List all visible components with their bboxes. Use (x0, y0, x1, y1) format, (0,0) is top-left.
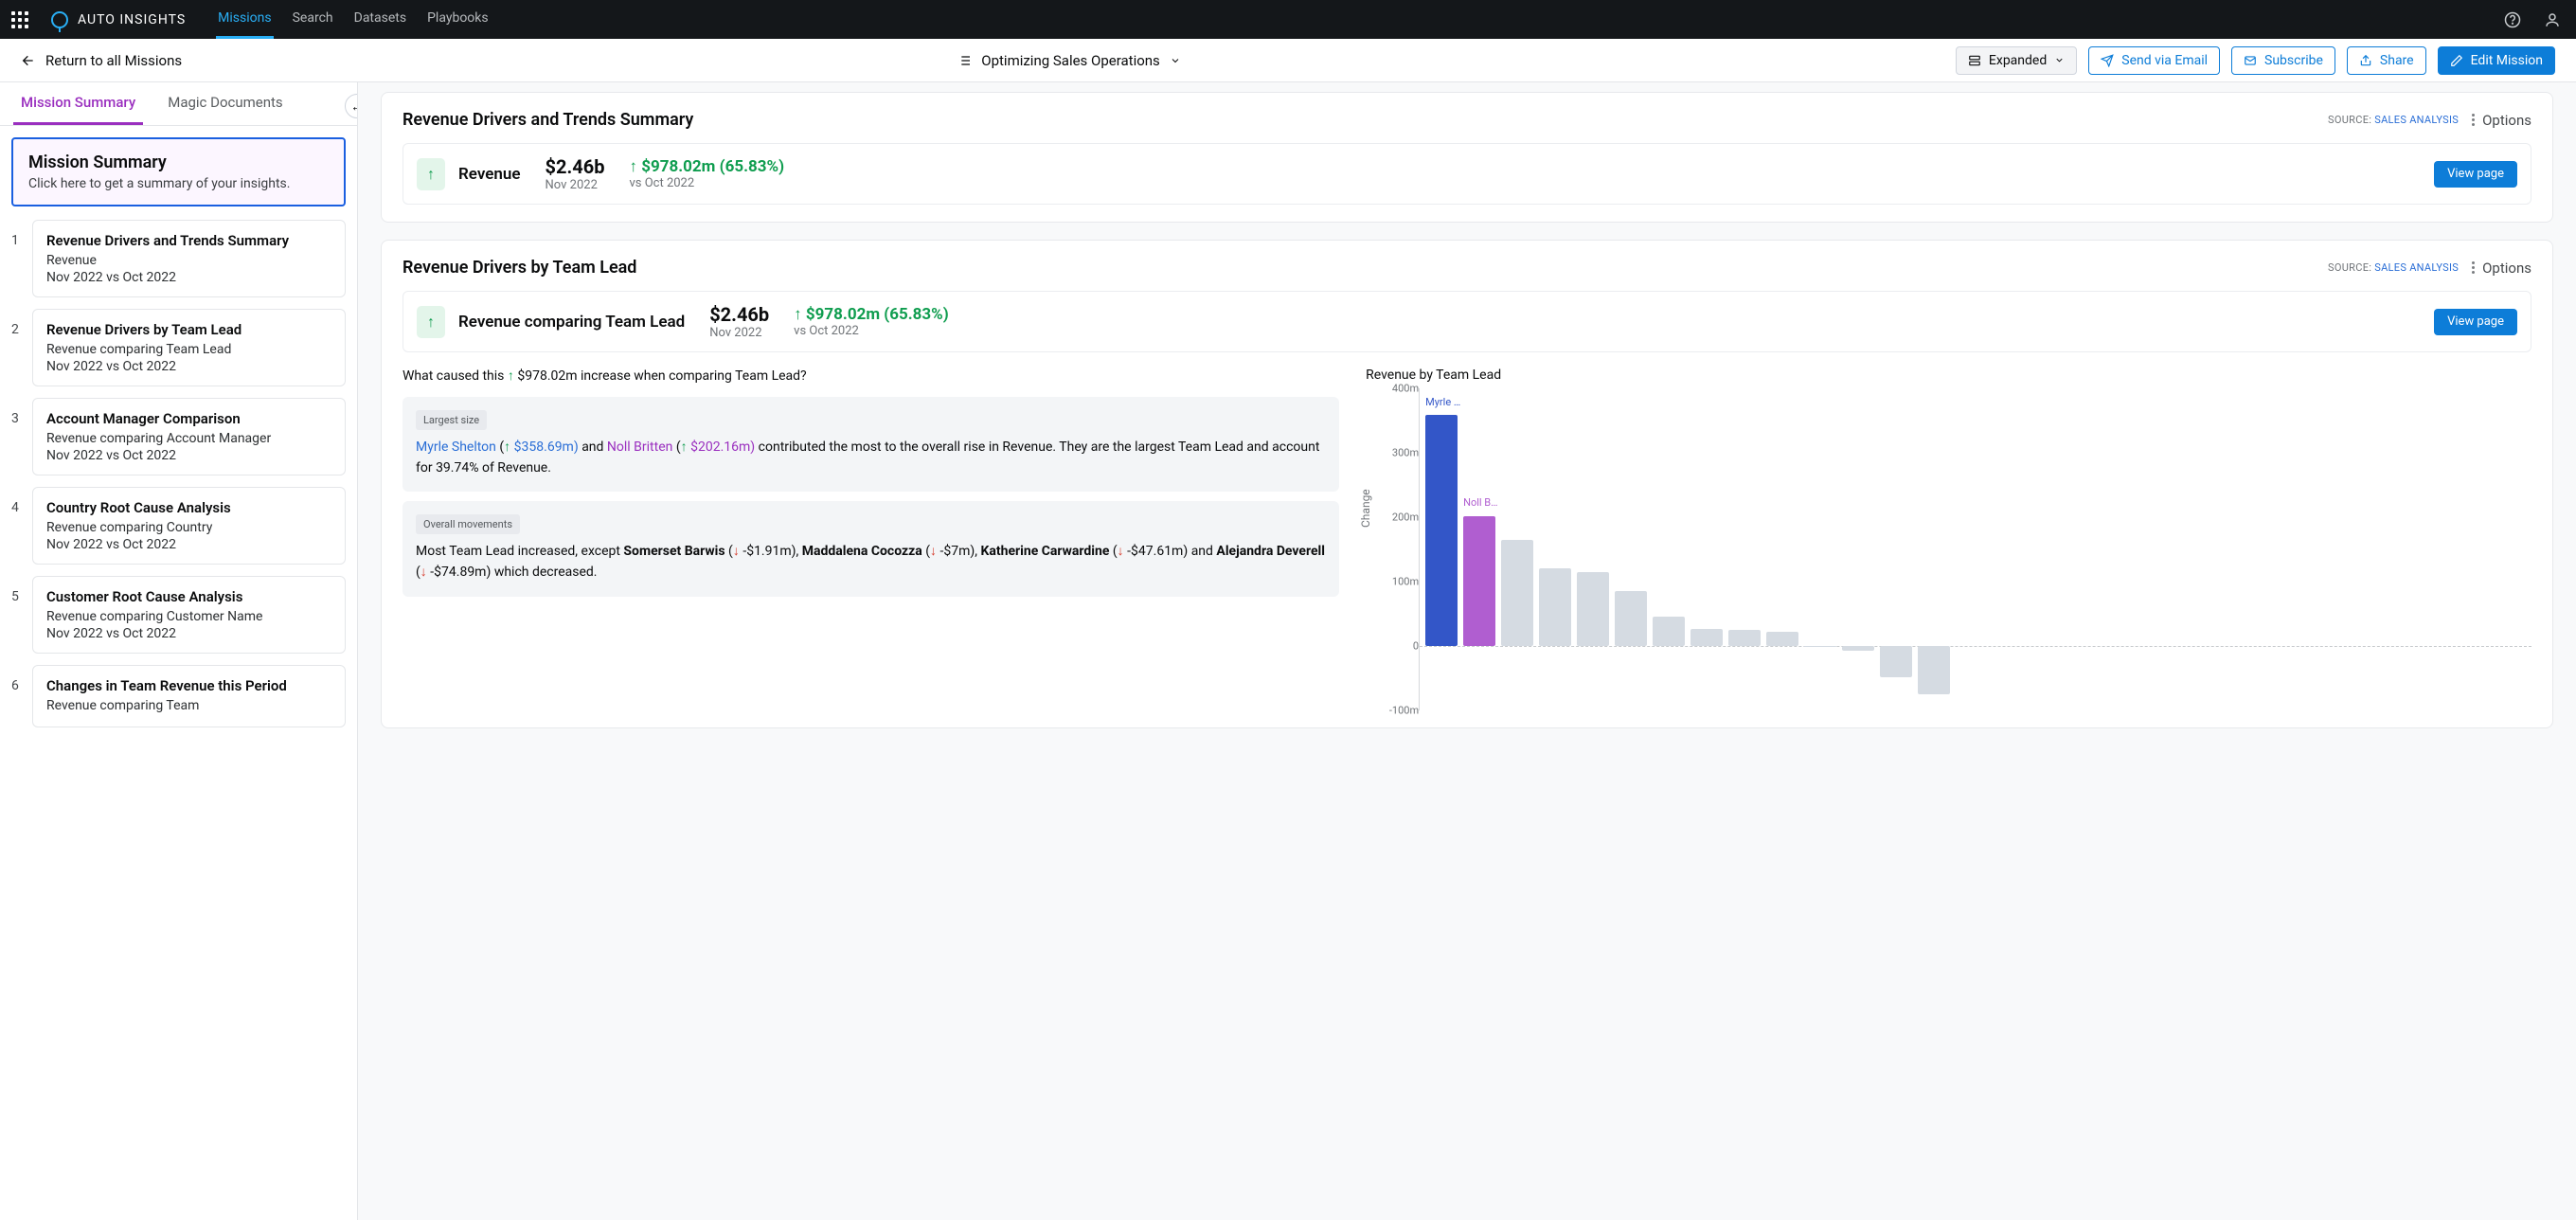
driver-question: What caused this ↑ $978.02m increase whe… (402, 368, 1339, 384)
list-icon (957, 53, 972, 68)
source-link[interactable]: SALES ANALYSIS (2374, 114, 2459, 126)
nav-missions[interactable]: Missions (216, 0, 273, 39)
brand-text: AUTO INSIGHTS (78, 12, 186, 27)
send-email-button[interactable]: Send via Email (2088, 46, 2220, 75)
sidebar-item[interactable]: Account Manager ComparisonRevenue compar… (32, 398, 346, 475)
panel-title: Revenue Drivers by Team Lead (402, 258, 2328, 278)
item-number: 3 (11, 398, 21, 426)
view-mode-select[interactable]: Expanded (1956, 46, 2077, 75)
view-page-button[interactable]: View page (2434, 161, 2517, 188)
mission-summary-callout[interactable]: Mission Summary Click here to get a summ… (11, 137, 346, 206)
panel-revenue-summary: Revenue Drivers and Trends Summary SOURC… (381, 92, 2553, 223)
nav-datasets[interactable]: Datasets (352, 0, 408, 39)
bulb-icon (51, 11, 68, 28)
sidebar-item[interactable]: Changes in Team Revenue this PeriodReven… (32, 665, 346, 727)
bar-chart: Change -100m0100m200m300m400m Myrle …Nol… (1366, 388, 2531, 710)
panel-title: Revenue Drivers and Trends Summary (402, 110, 2328, 130)
subscribe-button[interactable]: Subscribe (2231, 46, 2335, 75)
mission-title[interactable]: Optimizing Sales Operations (981, 52, 1160, 69)
share-icon (2359, 54, 2372, 67)
user-icon[interactable] (2540, 8, 2565, 32)
share-button[interactable]: Share (2347, 46, 2426, 75)
chevron-down-icon (2054, 55, 2065, 65)
view-page-button[interactable]: View page (2434, 309, 2517, 335)
insight-largest-size: Largest size Myrle Shelton (↑ $358.69m) … (402, 397, 1339, 492)
item-number: 2 (11, 309, 21, 337)
edit-mission-button[interactable]: Edit Mission (2438, 46, 2555, 75)
nav-search[interactable]: Search (291, 0, 335, 39)
source-link[interactable]: SALES ANALYSIS (2374, 261, 2459, 274)
item-number: 5 (11, 576, 21, 604)
sidebar-item[interactable]: Customer Root Cause AnalysisRevenue comp… (32, 576, 346, 654)
tab-mission-summary[interactable]: Mission Summary (13, 82, 143, 125)
app-switcher-icon[interactable] (11, 11, 28, 28)
mail-icon (2244, 54, 2257, 67)
tab-magic-documents[interactable]: Magic Documents (160, 82, 290, 125)
send-icon (2101, 54, 2114, 67)
arrow-up-icon: ↑ (417, 306, 445, 338)
sidebar-item[interactable]: Country Root Cause AnalysisRevenue compa… (32, 487, 346, 565)
source-label: SOURCE: SALES ANALYSIS (2328, 261, 2459, 274)
arrow-up-icon: ↑ (417, 158, 445, 190)
back-link[interactable]: Return to all Missions (21, 52, 182, 69)
arrow-left-icon (21, 53, 36, 68)
brand-logo: AUTO INSIGHTS (51, 11, 186, 28)
help-icon[interactable] (2500, 8, 2525, 32)
item-number: 4 (11, 487, 21, 515)
item-number: 1 (11, 220, 21, 248)
nav-playbooks[interactable]: Playbooks (425, 0, 491, 39)
panel-team-lead: Revenue Drivers by Team Lead SOURCE: SAL… (381, 240, 2553, 728)
layout-icon (1968, 54, 1981, 67)
sidebar-item[interactable]: Revenue Drivers by Team LeadRevenue comp… (32, 309, 346, 386)
options-menu[interactable]: Options (2472, 260, 2531, 277)
chart-title: Revenue by Team Lead (1366, 368, 2531, 383)
insight-overall-movements: Overall movements Most Team Lead increas… (402, 501, 1339, 596)
top-nav: Missions Search Datasets Playbooks (216, 0, 490, 39)
sidebar-item[interactable]: Revenue Drivers and Trends SummaryRevenu… (32, 220, 346, 297)
item-number: 6 (11, 665, 21, 693)
source-label: SOURCE: SALES ANALYSIS (2328, 114, 2459, 126)
chevron-down-icon[interactable] (1170, 55, 1181, 66)
options-menu[interactable]: Options (2472, 112, 2531, 129)
pencil-icon (2450, 54, 2463, 67)
